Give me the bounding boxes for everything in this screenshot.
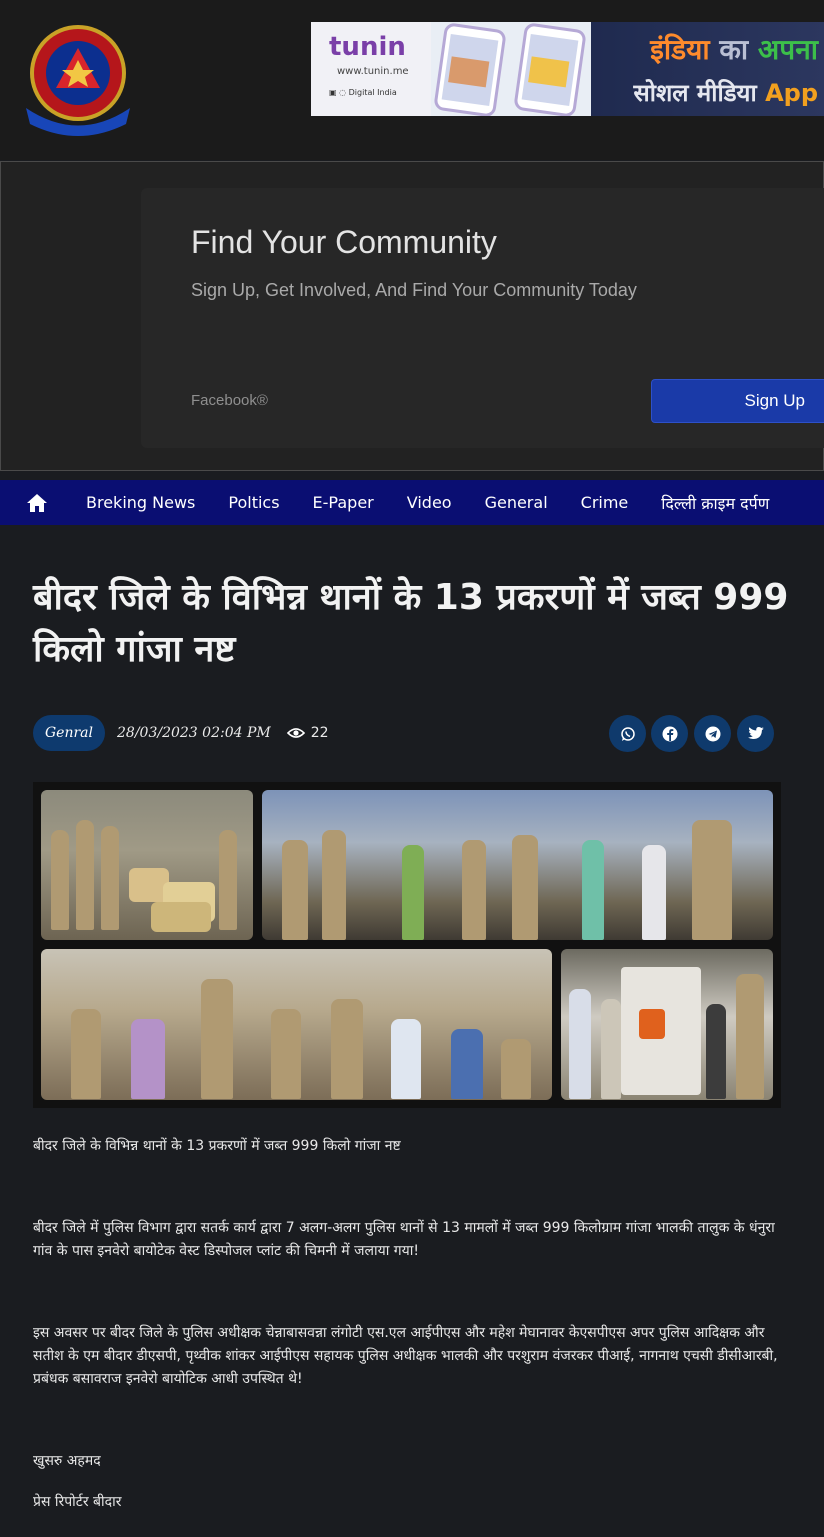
article-meta: Genral 28/03/2023 02:04 PM 22 (33, 715, 329, 751)
whatsapp-icon (620, 726, 635, 741)
article-paragraph: बीदर जिले के विभिन्न थानों के 13 प्रकरणो… (33, 1138, 401, 1154)
ad-subtitle: Sign Up, Get Involved, And Find Your Com… (191, 280, 637, 300)
banner-brand: tunin (329, 32, 406, 62)
tunin-banner-ad[interactable]: tunin www.tunin.me ▣ ◌ Digital India इंड… (311, 22, 824, 116)
article-image-collage[interactable] (33, 782, 781, 1108)
tagline-app: App (765, 79, 818, 107)
share-facebook-button[interactable] (651, 715, 688, 752)
share-whatsapp-button[interactable] (609, 715, 646, 752)
ad-brand: Facebook® (191, 392, 268, 409)
site-header: tunin www.tunin.me ▣ ◌ Digital India इंड… (0, 0, 824, 160)
nav-item-crime[interactable]: Crime (581, 493, 629, 512)
view-count-value: 22 (310, 725, 329, 741)
article-headline: बीदर जिले के विभिन्न थानों के 13 प्रकरणो… (33, 577, 789, 670)
nav-item-delhi-crime-darpan[interactable]: दिल्ली क्राइम दर्पण (661, 492, 769, 514)
category-badge[interactable]: Genral (33, 715, 106, 751)
share-telegram-button[interactable] (694, 715, 731, 752)
photo-officials-seated-meeting (41, 949, 552, 1100)
phone-mockup (513, 22, 587, 116)
nav-item-video[interactable]: Video (407, 493, 452, 512)
article-paragraph: इस अवसर पर बीदर जिले के पुलिस अधीक्षक चे… (33, 1325, 778, 1387)
home-icon (27, 493, 47, 512)
twitter-icon (747, 726, 764, 739)
ad-title: Find Your Community (191, 224, 497, 260)
tagline-word: इंडिया (650, 33, 710, 66)
article-paragraph: बीदर जिले में पुलिस विभाग द्वारा सतर्क क… (33, 1220, 775, 1259)
share-twitter-button[interactable] (737, 715, 774, 752)
banner-tagline: इंडिया का अपना सोशल मीडिया App (591, 22, 824, 116)
photo-incinerator-chimney (561, 949, 773, 1100)
telegram-icon (705, 726, 720, 741)
nav-item-epaper[interactable]: E-Paper (313, 493, 374, 512)
author-name: खुसरु अहमद (33, 1453, 101, 1469)
tagline-word: अपना (757, 33, 818, 66)
sign-up-button[interactable]: Sign Up (651, 379, 824, 423)
main-nav: Breking News Poltics E-Paper Video Gener… (0, 480, 824, 525)
phone-mockup (433, 22, 507, 116)
banner-phones-image (431, 22, 591, 116)
tagline-word: का (719, 33, 749, 66)
ad-card[interactable]: Find Your Community Sign Up, Get Involve… (141, 188, 824, 448)
article-date: 28/03/2023 02:04 PM (117, 725, 271, 741)
facebook-icon (662, 726, 677, 741)
tagline-line2: सोशल मीडिया (633, 79, 757, 107)
banner-url: www.tunin.me (337, 66, 409, 77)
nav-item-politics[interactable]: Poltics (228, 493, 279, 512)
eye-icon (286, 728, 305, 738)
author-role: प्रेस रिपोर्टर बीदार (33, 1494, 122, 1510)
home-button[interactable] (0, 480, 86, 525)
banner-partner-logos: ▣ ◌ Digital India (329, 88, 397, 97)
banner-brand-panel: tunin www.tunin.me ▣ ◌ Digital India (311, 22, 431, 116)
nav-item-breaking-news[interactable]: Breking News (86, 493, 195, 512)
photo-police-officers-inspection (262, 790, 773, 940)
nav-item-general[interactable]: General (485, 493, 548, 512)
photo-seized-ganja-sacks (41, 790, 253, 940)
site-logo[interactable] (16, 18, 140, 136)
facebook-ad: Find Your Community Sign Up, Get Involve… (0, 161, 824, 471)
view-count: 22 (286, 725, 329, 741)
